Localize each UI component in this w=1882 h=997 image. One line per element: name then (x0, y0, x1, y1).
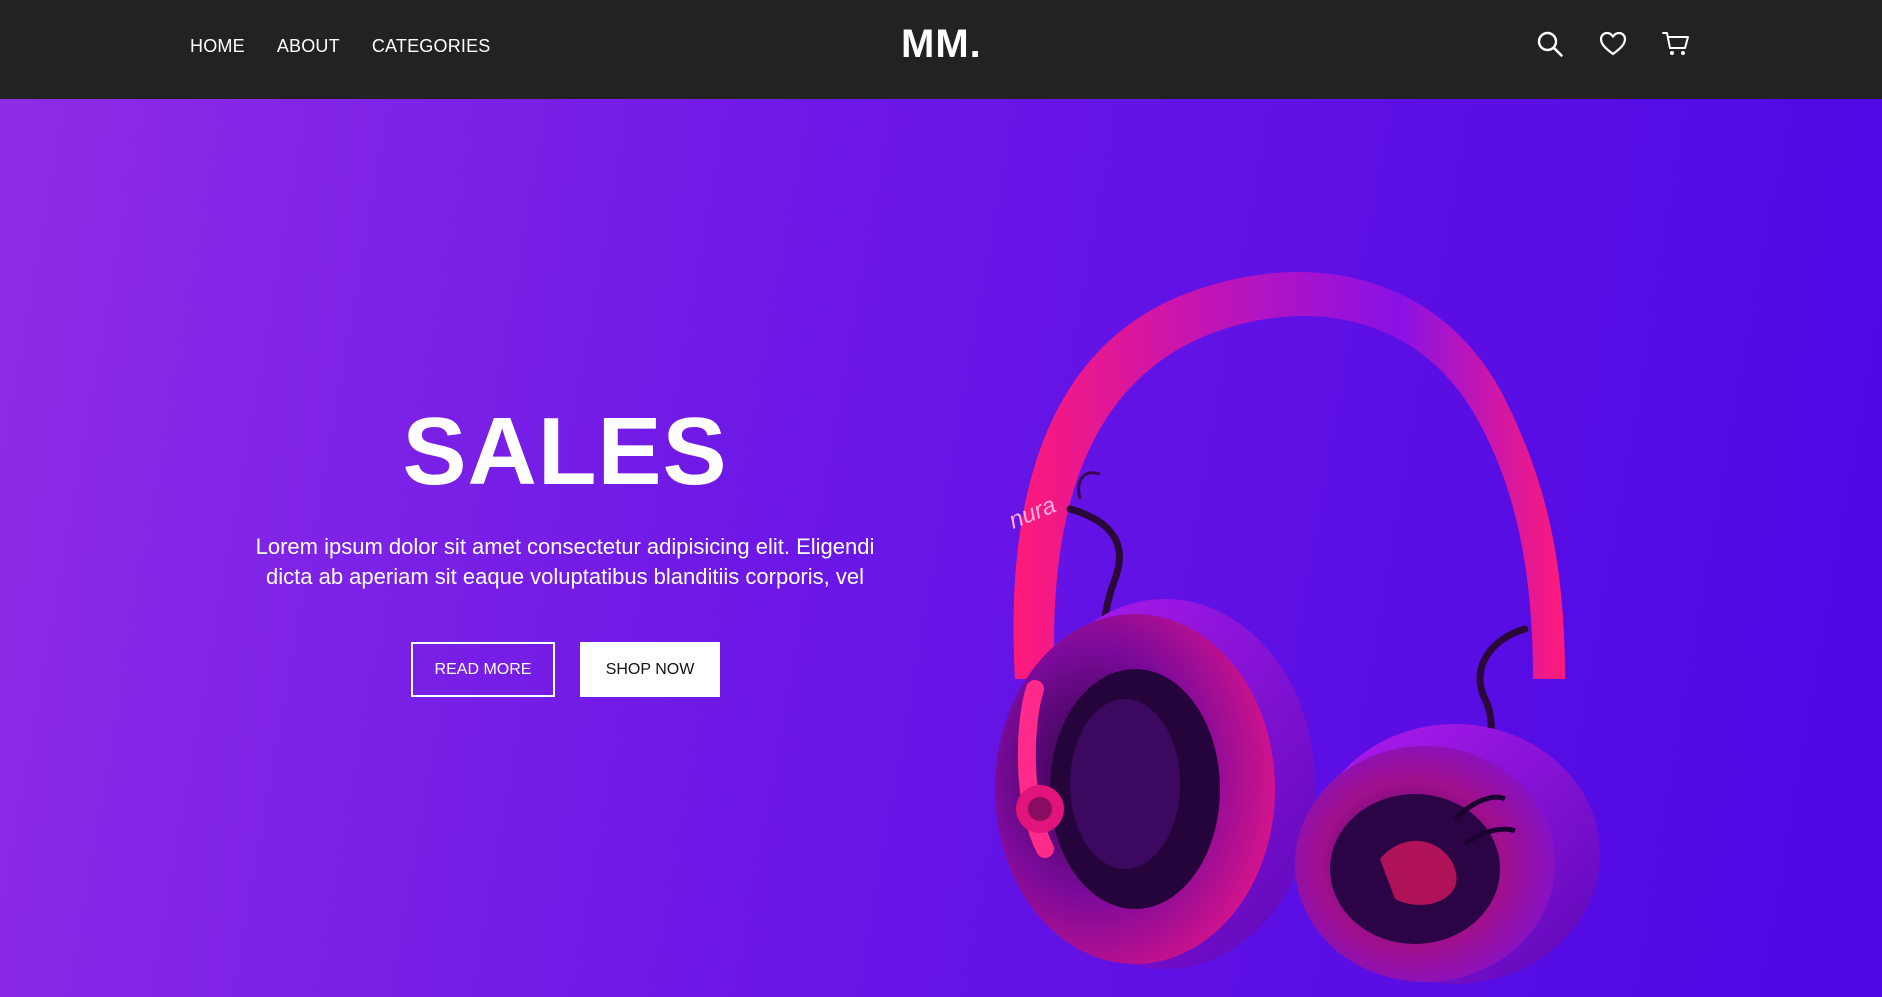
heart-icon[interactable] (1599, 30, 1627, 58)
hero-description-line-2: dicta ab aperiam sit eaque voluptatibus … (266, 564, 864, 589)
read-more-button[interactable]: READ MORE (411, 642, 555, 697)
headphones-product-image: nura (995, 271, 1600, 984)
nav-link-categories[interactable]: CATEGORIES (372, 36, 491, 57)
nav-link-home[interactable]: HOME (190, 36, 245, 57)
nav-icons (1536, 30, 1690, 58)
nav-link-about[interactable]: ABOUT (277, 36, 340, 57)
search-icon[interactable] (1536, 30, 1564, 58)
top-navbar: HOME ABOUT CATEGORIES MM. (0, 0, 1882, 99)
nav-links: HOME ABOUT CATEGORIES (190, 36, 491, 57)
hero-banner: SALES Lorem ipsum dolor sit amet consect… (0, 99, 1882, 997)
site-logo[interactable]: MM. (901, 22, 982, 67)
cart-icon[interactable] (1662, 30, 1690, 58)
shop-now-button[interactable]: SHOP NOW (580, 642, 720, 697)
hero-description-line-1: Lorem ipsum dolor sit amet consectetur a… (255, 534, 875, 559)
hero-description: Lorem ipsum dolor sit amet consectetur a… (245, 532, 885, 592)
hero-title: SALES (402, 398, 728, 505)
